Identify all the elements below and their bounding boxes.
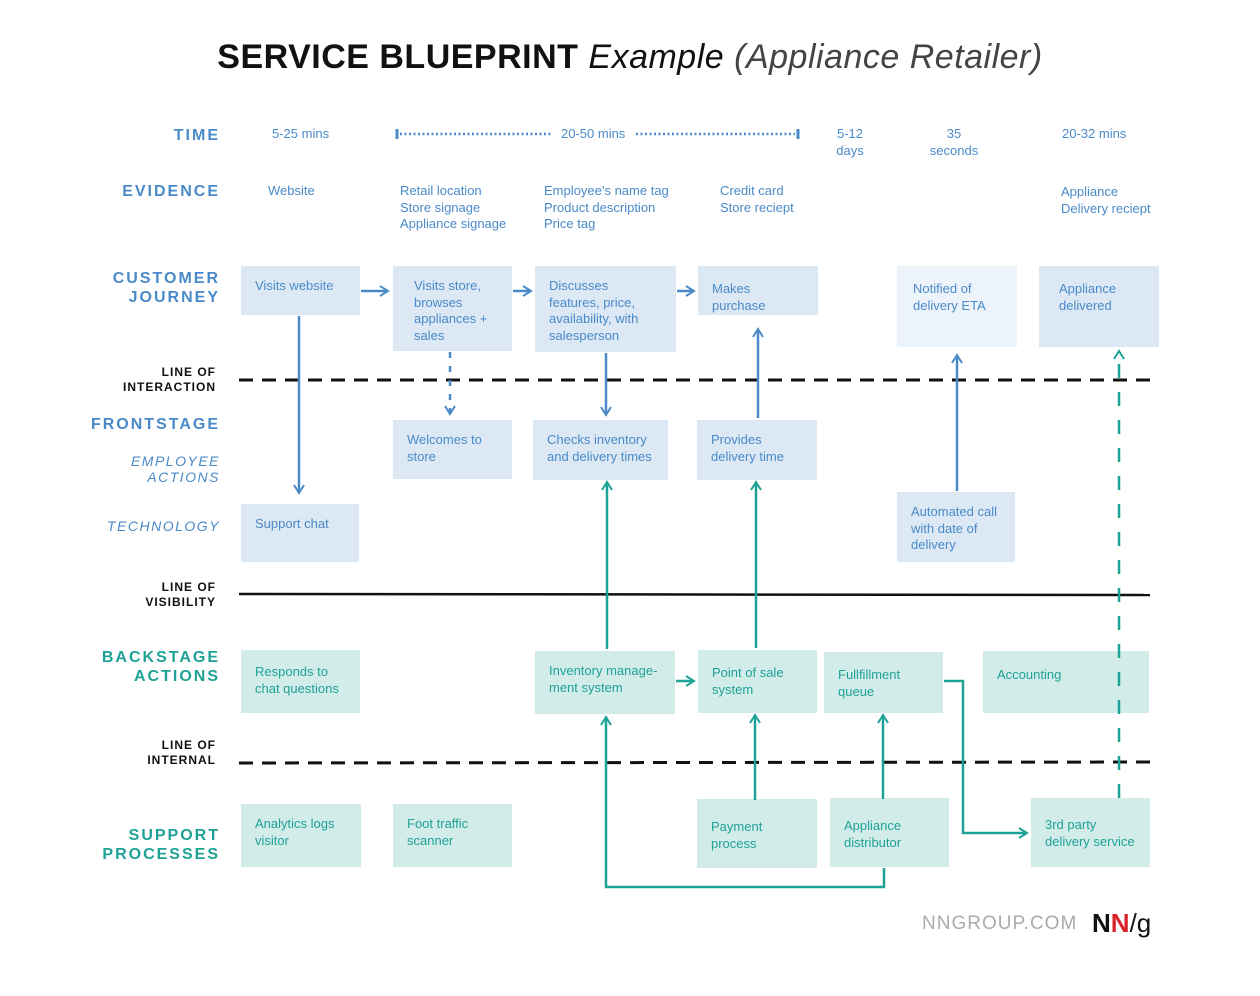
line-of-internal-interaction: [238, 760, 1151, 765]
arrow-distributor-to-inventory: [600, 715, 886, 889]
line-of-visibility: [238, 592, 1151, 597]
footer-url[interactable]: NNGROUP.COM: [922, 913, 1077, 935]
arrow-fulfillment-to-delivery-service: [944, 679, 1029, 839]
logo-n2: N: [1110, 908, 1130, 938]
logo-slash-g: /g: [1129, 908, 1152, 938]
logo-n1: N: [1092, 908, 1111, 938]
connector-layer: [238, 129, 1152, 889]
time-range-bar: [395, 129, 800, 139]
nngroup-logo: NN/g: [1092, 908, 1151, 939]
